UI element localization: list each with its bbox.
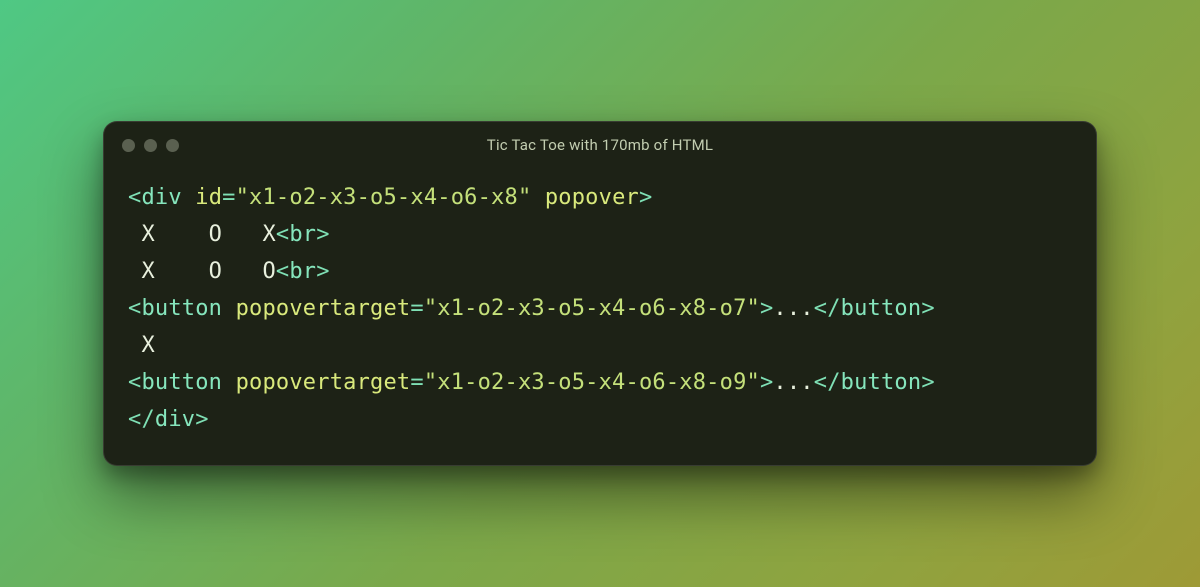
punct: > (760, 296, 773, 321)
window-title: Tic Tac Toe with 170mb of HTML (104, 136, 1096, 154)
text: X (128, 333, 155, 358)
text: X O O (128, 259, 276, 284)
punct: > (195, 407, 208, 432)
punct: < (128, 370, 141, 395)
tag: div (141, 185, 181, 210)
punct: > (316, 222, 329, 247)
text: ... (773, 370, 813, 395)
text: ... (773, 296, 813, 321)
tag: button (141, 370, 222, 395)
space (531, 185, 544, 210)
code-line: <button popovertarget="x1-o2-x3-o5-x4-o6… (128, 296, 935, 321)
punct: </ (128, 407, 155, 432)
code-line: X (128, 333, 155, 358)
punct: > (639, 185, 652, 210)
attr: id (195, 185, 222, 210)
punct: > (760, 370, 773, 395)
string: "x1-o2-x3-o5-x4-o6-x8-o9" (424, 370, 760, 395)
minimize-icon[interactable] (144, 139, 157, 152)
tag: br (289, 222, 316, 247)
punct: > (921, 296, 934, 321)
punct: </ (814, 296, 841, 321)
tag: div (155, 407, 195, 432)
punct: > (316, 259, 329, 284)
eq: = (222, 185, 235, 210)
punct: > (921, 370, 934, 395)
punct: < (128, 185, 141, 210)
code-line: X O O<br> (128, 259, 330, 284)
code-block: <div id="x1-o2-x3-o5-x4-o6-x8" popover> … (104, 168, 1096, 465)
punct: < (276, 222, 289, 247)
zoom-icon[interactable] (166, 139, 179, 152)
punct: < (276, 259, 289, 284)
string: "x1-o2-x3-o5-x4-o6-x8" (236, 185, 532, 210)
code-line: <div id="x1-o2-x3-o5-x4-o6-x8" popover> (128, 185, 652, 210)
code-line: X O X<br> (128, 222, 330, 247)
space (222, 370, 235, 395)
attr: popover (545, 185, 639, 210)
tag: button (841, 370, 922, 395)
tag: button (141, 296, 222, 321)
titlebar: Tic Tac Toe with 170mb of HTML (104, 122, 1096, 168)
space (182, 185, 195, 210)
code-line: <button popovertarget="x1-o2-x3-o5-x4-o6… (128, 370, 935, 395)
attr: popovertarget (236, 370, 411, 395)
text: X O X (128, 222, 276, 247)
punct: < (128, 296, 141, 321)
string: "x1-o2-x3-o5-x4-o6-x8-o7" (424, 296, 760, 321)
tag: button (841, 296, 922, 321)
code-window: Tic Tac Toe with 170mb of HTML <div id="… (103, 121, 1097, 466)
eq: = (410, 370, 423, 395)
space (222, 296, 235, 321)
attr: popovertarget (236, 296, 411, 321)
code-line: </div> (128, 407, 209, 432)
close-icon[interactable] (122, 139, 135, 152)
punct: </ (814, 370, 841, 395)
tag: br (289, 259, 316, 284)
traffic-lights (122, 139, 179, 152)
eq: = (410, 296, 423, 321)
